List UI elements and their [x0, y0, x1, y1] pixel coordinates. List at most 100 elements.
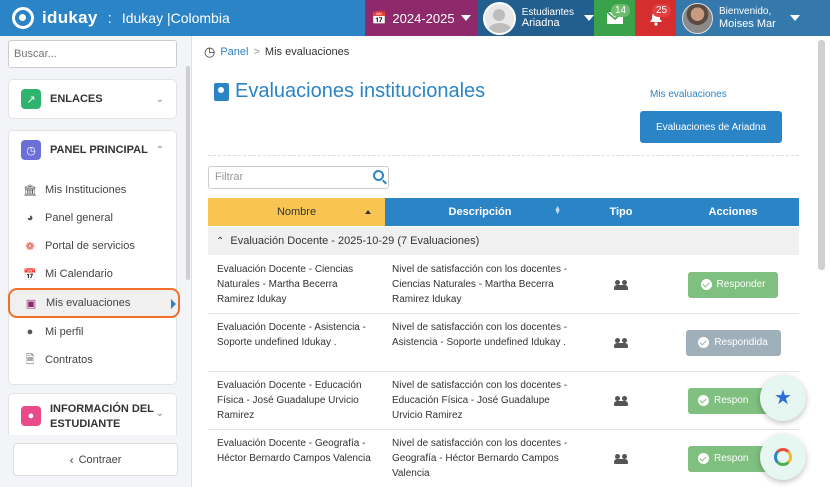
- search-icon[interactable]: [373, 170, 384, 181]
- sidebar-item-mis-instituciones[interactable]: 🏛 Mis Instituciones: [9, 176, 176, 204]
- cell-tipo: [575, 256, 667, 313]
- check-circle-icon: [698, 337, 710, 348]
- page-title: Evaluaciones institucionales: [214, 80, 485, 103]
- table-row: Evaluación Docente - Geografía - Héctor …: [208, 430, 799, 487]
- profile-name: Ariadna: [521, 17, 560, 29]
- welcome-text: Bienvenido,: [719, 5, 772, 17]
- section-panel-principal-title: PANEL PRINCIPAL: [50, 144, 148, 156]
- cell-tipo: [575, 314, 667, 371]
- calendar-icon: 📅: [371, 11, 387, 25]
- messages-button[interactable]: 14: [594, 0, 635, 36]
- mis-evaluaciones-link[interactable]: Mis evaluaciones: [650, 89, 727, 100]
- notifications-button[interactable]: 25: [635, 0, 676, 36]
- chevron-left-icon: ‹: [69, 452, 74, 467]
- evaluations-icon: ▣: [25, 297, 37, 310]
- check-circle-icon: [698, 395, 709, 406]
- avatar: [483, 1, 516, 35]
- cell-tipo: [575, 372, 667, 429]
- sidebar-item-label: Contratos: [45, 354, 93, 366]
- user-menu[interactable]: Bienvenido, Moises Mar: [676, 0, 830, 36]
- brand[interactable]: idukay : Idukay |Colombia: [0, 0, 365, 36]
- cell-nombre: Evaluación Docente - Asistencia - Soport…: [217, 322, 366, 348]
- column-header-label: Acciones: [708, 206, 758, 218]
- sidebar-item-mi-perfil[interactable]: ● Mi perfil: [9, 318, 176, 346]
- sort-asc-icon: [365, 210, 371, 214]
- breadcrumb-current: Mis evaluaciones: [264, 46, 350, 58]
- breadcrumb: ◷ Panel > Mis evaluaciones: [204, 44, 349, 60]
- sidebar-item-label: Portal de servicios: [45, 240, 135, 252]
- sidebar-item-panel-general[interactable]: ◕ Panel general: [9, 204, 176, 232]
- institution-icon: 🏛: [23, 184, 37, 197]
- column-header-label: Descripción: [448, 206, 512, 218]
- school-name: Idukay |Colombia: [121, 10, 230, 26]
- sidebar-item-label: Mi perfil: [45, 326, 84, 338]
- table-row: Evaluación Docente - Educación Física - …: [208, 372, 799, 430]
- column-header-nombre[interactable]: Nombre: [208, 198, 385, 226]
- column-header-acciones: Acciones: [667, 198, 799, 226]
- filter-placeholder: Filtrar: [215, 171, 244, 183]
- sidebar-search-input[interactable]: [8, 40, 177, 68]
- evaluaciones-ariadna-button[interactable]: Evaluaciones de Ariadna: [640, 111, 782, 143]
- section-info-title-line2: ESTUDIANTE: [50, 418, 121, 430]
- brand-separator: :: [107, 9, 112, 27]
- sidebar: ↗ ENLACES ⌄ ◷ PANEL PRINCIPAL ⌃ 🏛 Mis In…: [0, 36, 192, 487]
- chevron-down-icon[interactable]: ⌄: [156, 94, 164, 105]
- check-circle-icon: [698, 453, 709, 464]
- calendar-icon: 📅: [23, 268, 37, 281]
- responder-button[interactable]: Responder: [688, 271, 778, 298]
- section-informacion-estudiante[interactable]: ● INFORMACIÓN DEL ESTUDIANTE ⌄: [8, 393, 177, 435]
- user-icon: ●: [26, 326, 34, 338]
- brand-logo-text: idukay: [42, 8, 98, 27]
- user-name: Moises Mar: [719, 17, 776, 30]
- document-icon: 🗎: [25, 353, 35, 366]
- table-header: Nombre Descripción ▲ ▼ Tipo Acciones: [208, 198, 799, 226]
- respondida-button[interactable]: Respondida: [685, 329, 781, 356]
- chevron-up-icon: ⌃: [216, 235, 225, 247]
- section-panel-principal-header[interactable]: ◷ PANEL PRINCIPAL ⌃: [9, 131, 176, 169]
- collapse-label: Contraer: [78, 453, 122, 466]
- sidebar-item-contratos[interactable]: 🗎 Contratos: [9, 346, 176, 374]
- users-group-icon: [613, 279, 629, 290]
- sidebar-item-portal-servicios[interactable]: ❁ Portal de servicios: [9, 232, 176, 260]
- check-circle-icon: [700, 279, 712, 290]
- cell-acciones: Responder: [667, 256, 799, 313]
- breadcrumb-home[interactable]: Panel: [220, 46, 248, 58]
- chevron-down-icon: [460, 15, 471, 21]
- divider: [208, 155, 799, 156]
- year-label: 2024-2025: [392, 10, 455, 26]
- chevron-down-icon: [584, 15, 594, 21]
- cell-descripcion: Nivel de satisfacción con los docentes -…: [392, 380, 568, 421]
- button-label: Respon: [714, 453, 749, 464]
- sidebar-scrollbar[interactable]: [186, 66, 190, 280]
- section-panel-principal: ◷ PANEL PRINCIPAL ⌃ 🏛 Mis Instituciones …: [8, 130, 180, 385]
- student-icon: ●: [21, 406, 41, 426]
- sort-icon: ▲ ▼: [554, 205, 561, 216]
- filter-input[interactable]: Filtrar: [208, 166, 389, 189]
- year-selector[interactable]: 📅 2024-2025: [365, 0, 477, 36]
- sidebar-item-mi-calendario[interactable]: 📅 Mi Calendario: [9, 260, 176, 288]
- cell-tipo: [575, 430, 667, 487]
- group-label: Evaluación Docente - 2025-10-29 (7 Evalu…: [230, 235, 480, 247]
- breadcrumb-separator: >: [253, 46, 260, 58]
- external-link-icon: ↗: [21, 89, 41, 109]
- chevron-up-icon[interactable]: ⌃: [156, 145, 164, 156]
- section-info-title-line1: INFORMACIÓN DEL: [50, 403, 154, 415]
- user-avatar: [682, 2, 713, 34]
- collapse-sidebar-button[interactable]: ‹ Contraer: [13, 443, 178, 476]
- chevron-down-icon: [789, 15, 800, 21]
- profile-selector[interactable]: Estudiantes Ariadna: [477, 0, 594, 36]
- cell-descripcion: Nivel de satisfacción con los docentes -…: [392, 438, 568, 479]
- chevron-down-icon[interactable]: ⌄: [156, 408, 164, 419]
- column-header-descripcion[interactable]: Descripción ▲ ▼: [385, 198, 575, 226]
- top-bar: idukay : Idukay |Colombia 📅 2024-2025 Es…: [0, 0, 830, 36]
- section-enlaces[interactable]: ↗ ENLACES ⌄: [8, 79, 177, 119]
- dashboard-icon: ◕: [26, 212, 34, 224]
- sidebar-item-label: Mis Instituciones: [45, 184, 127, 196]
- main-scrollbar[interactable]: [818, 40, 825, 270]
- users-group-icon: [613, 337, 629, 348]
- assistant-fab[interactable]: [760, 434, 806, 480]
- sidebar-item-mis-evaluaciones[interactable]: ▣ Mis evaluaciones: [8, 288, 180, 318]
- favorites-fab[interactable]: ★: [760, 375, 806, 421]
- star-icon: ★: [774, 387, 792, 409]
- table-group-header[interactable]: ⌃ Evaluación Docente - 2025-10-29 (7 Eva…: [208, 227, 799, 255]
